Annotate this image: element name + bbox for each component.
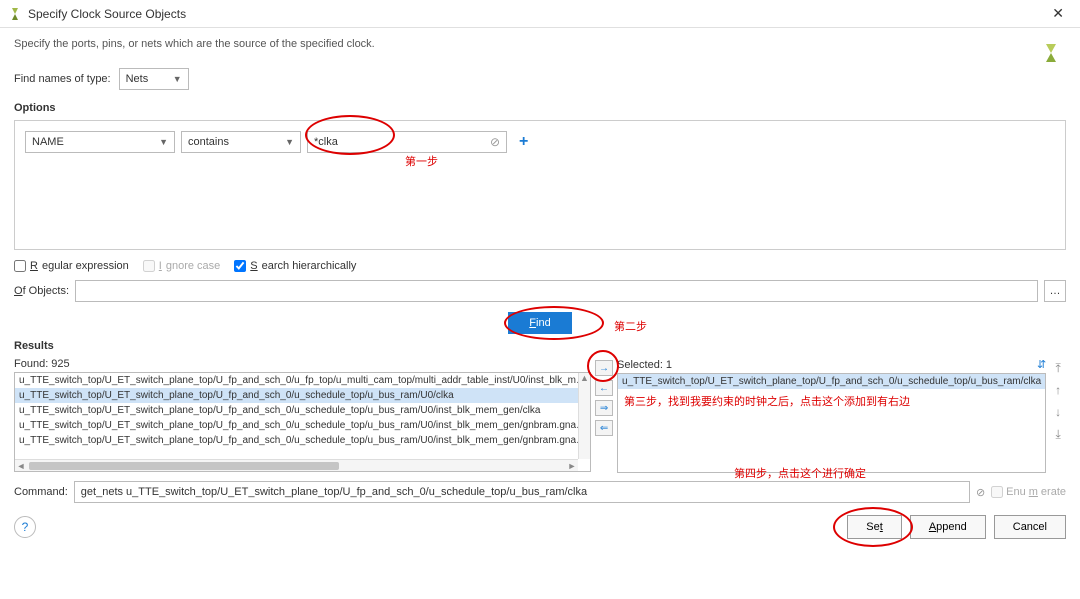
match-type-value: contains (188, 136, 229, 148)
close-icon[interactable]: ✕ (1044, 5, 1072, 22)
app-icon (8, 7, 22, 21)
results-area: Found: 925 u_TTE_switch_top/U_ET_switch_… (14, 358, 1066, 473)
remove-selected-button[interactable]: ← (595, 380, 613, 396)
add-selected-button[interactable]: → (595, 360, 613, 376)
ignore-case-checkbox: Ignore case (143, 260, 221, 272)
clear-icon[interactable]: ⊘ (490, 135, 500, 149)
find-names-value: Nets (126, 73, 149, 85)
attribute-select[interactable]: NAME ▼ (25, 131, 175, 153)
pattern-input[interactable]: *clka ⊘ (307, 131, 507, 153)
pattern-value: *clka (314, 136, 338, 148)
match-type-select[interactable]: contains ▼ (181, 131, 301, 153)
find-button[interactable]: Find (508, 312, 572, 334)
list-item[interactable]: u_TTE_switch_top/U_ET_switch_plane_top/U… (15, 403, 590, 418)
window-title: Specify Clock Source Objects (28, 7, 1044, 21)
move-bottom-button[interactable]: ⤓ (1050, 426, 1066, 442)
of-objects-input[interactable] (75, 280, 1038, 302)
list-item[interactable]: u_TTE_switch_top/U_ET_switch_plane_top/U… (15, 433, 590, 448)
move-up-button[interactable]: ↑ (1050, 382, 1066, 398)
horizontal-scrollbar[interactable]: ◄► (15, 459, 578, 471)
chevron-down-icon: ▼ (167, 74, 182, 84)
titlebar: Specify Clock Source Objects ✕ (0, 0, 1080, 28)
transfer-buttons: → ← ⇒ ⇐ (595, 358, 613, 473)
remove-all-button[interactable]: ⇐ (595, 420, 613, 436)
of-objects-label: Of Objects: (14, 285, 69, 297)
append-button[interactable]: Append (910, 515, 986, 539)
selected-list[interactable]: u_TTE_switch_top/U_ET_switch_plane_top/U… (617, 373, 1046, 473)
regex-checkbox[interactable]: Regular expression (14, 260, 129, 272)
of-objects-browse-button[interactable]: … (1044, 280, 1066, 302)
found-count-label: Found: 925 (14, 358, 591, 370)
attribute-value: NAME (32, 136, 64, 148)
help-button[interactable]: ? (14, 516, 36, 538)
brand-logo-icon (1040, 42, 1062, 64)
clear-icon[interactable]: ⊘ (976, 486, 985, 499)
add-all-button[interactable]: ⇒ (595, 400, 613, 416)
list-item[interactable]: u_TTE_switch_top/U_ET_switch_plane_top/U… (15, 418, 590, 433)
options-panel: NAME ▼ contains ▼ *clka ⊘ + 第一步 (14, 120, 1066, 250)
enumerate-checkbox: Enumerate (991, 486, 1066, 498)
list-item[interactable]: u_TTE_switch_top/U_ET_switch_plane_top/U… (15, 373, 590, 388)
annotation-step2: 第二步 (614, 318, 647, 334)
chevron-down-icon: ▼ (153, 137, 168, 147)
search-hierarchically-checkbox[interactable]: Search hierarchically (234, 260, 356, 272)
reorder-buttons: ⤒ ↑ ↓ ⤓ (1050, 358, 1066, 473)
cancel-button[interactable]: Cancel (994, 515, 1066, 539)
selected-count-label: Selected: 1⇵ (617, 358, 1046, 371)
find-names-select[interactable]: Nets ▼ (119, 68, 189, 90)
found-list[interactable]: u_TTE_switch_top/U_ET_switch_plane_top/U… (14, 372, 591, 472)
search-options-row: Regular expression Ignore case Search hi… (14, 260, 1066, 272)
vertical-scrollbar[interactable]: ▲ (578, 373, 590, 459)
options-label: Options (14, 102, 1066, 114)
annotation-step4: 第四步，点击这个进行确定 (734, 465, 866, 481)
results-label: Results (14, 340, 1066, 352)
command-value: get_nets u_TTE_switch_top/U_ET_switch_pl… (81, 486, 587, 498)
filter-icon[interactable]: ⇵ (1037, 358, 1046, 371)
command-input[interactable]: get_nets u_TTE_switch_top/U_ET_switch_pl… (74, 481, 970, 503)
annotation-step3: 第三步，找到我要约束的时钟之后，点击这个添加到有右边 (618, 389, 1045, 413)
command-label: Command: (14, 486, 68, 498)
annotation-step1: 第一步 (405, 153, 438, 169)
subtitle: Specify the ports, pins, or nets which a… (14, 38, 1066, 50)
find-names-label: Find names of type: (14, 73, 111, 85)
chevron-down-icon: ▼ (279, 137, 294, 147)
list-item[interactable]: u_TTE_switch_top/U_ET_switch_plane_top/U… (15, 388, 590, 403)
move-down-button[interactable]: ↓ (1050, 404, 1066, 420)
list-item[interactable]: u_TTE_switch_top/U_ET_switch_plane_top/U… (618, 374, 1045, 389)
move-top-button[interactable]: ⤒ (1050, 360, 1066, 376)
set-button[interactable]: Set (847, 515, 902, 539)
add-criteria-button[interactable]: + (513, 133, 534, 151)
